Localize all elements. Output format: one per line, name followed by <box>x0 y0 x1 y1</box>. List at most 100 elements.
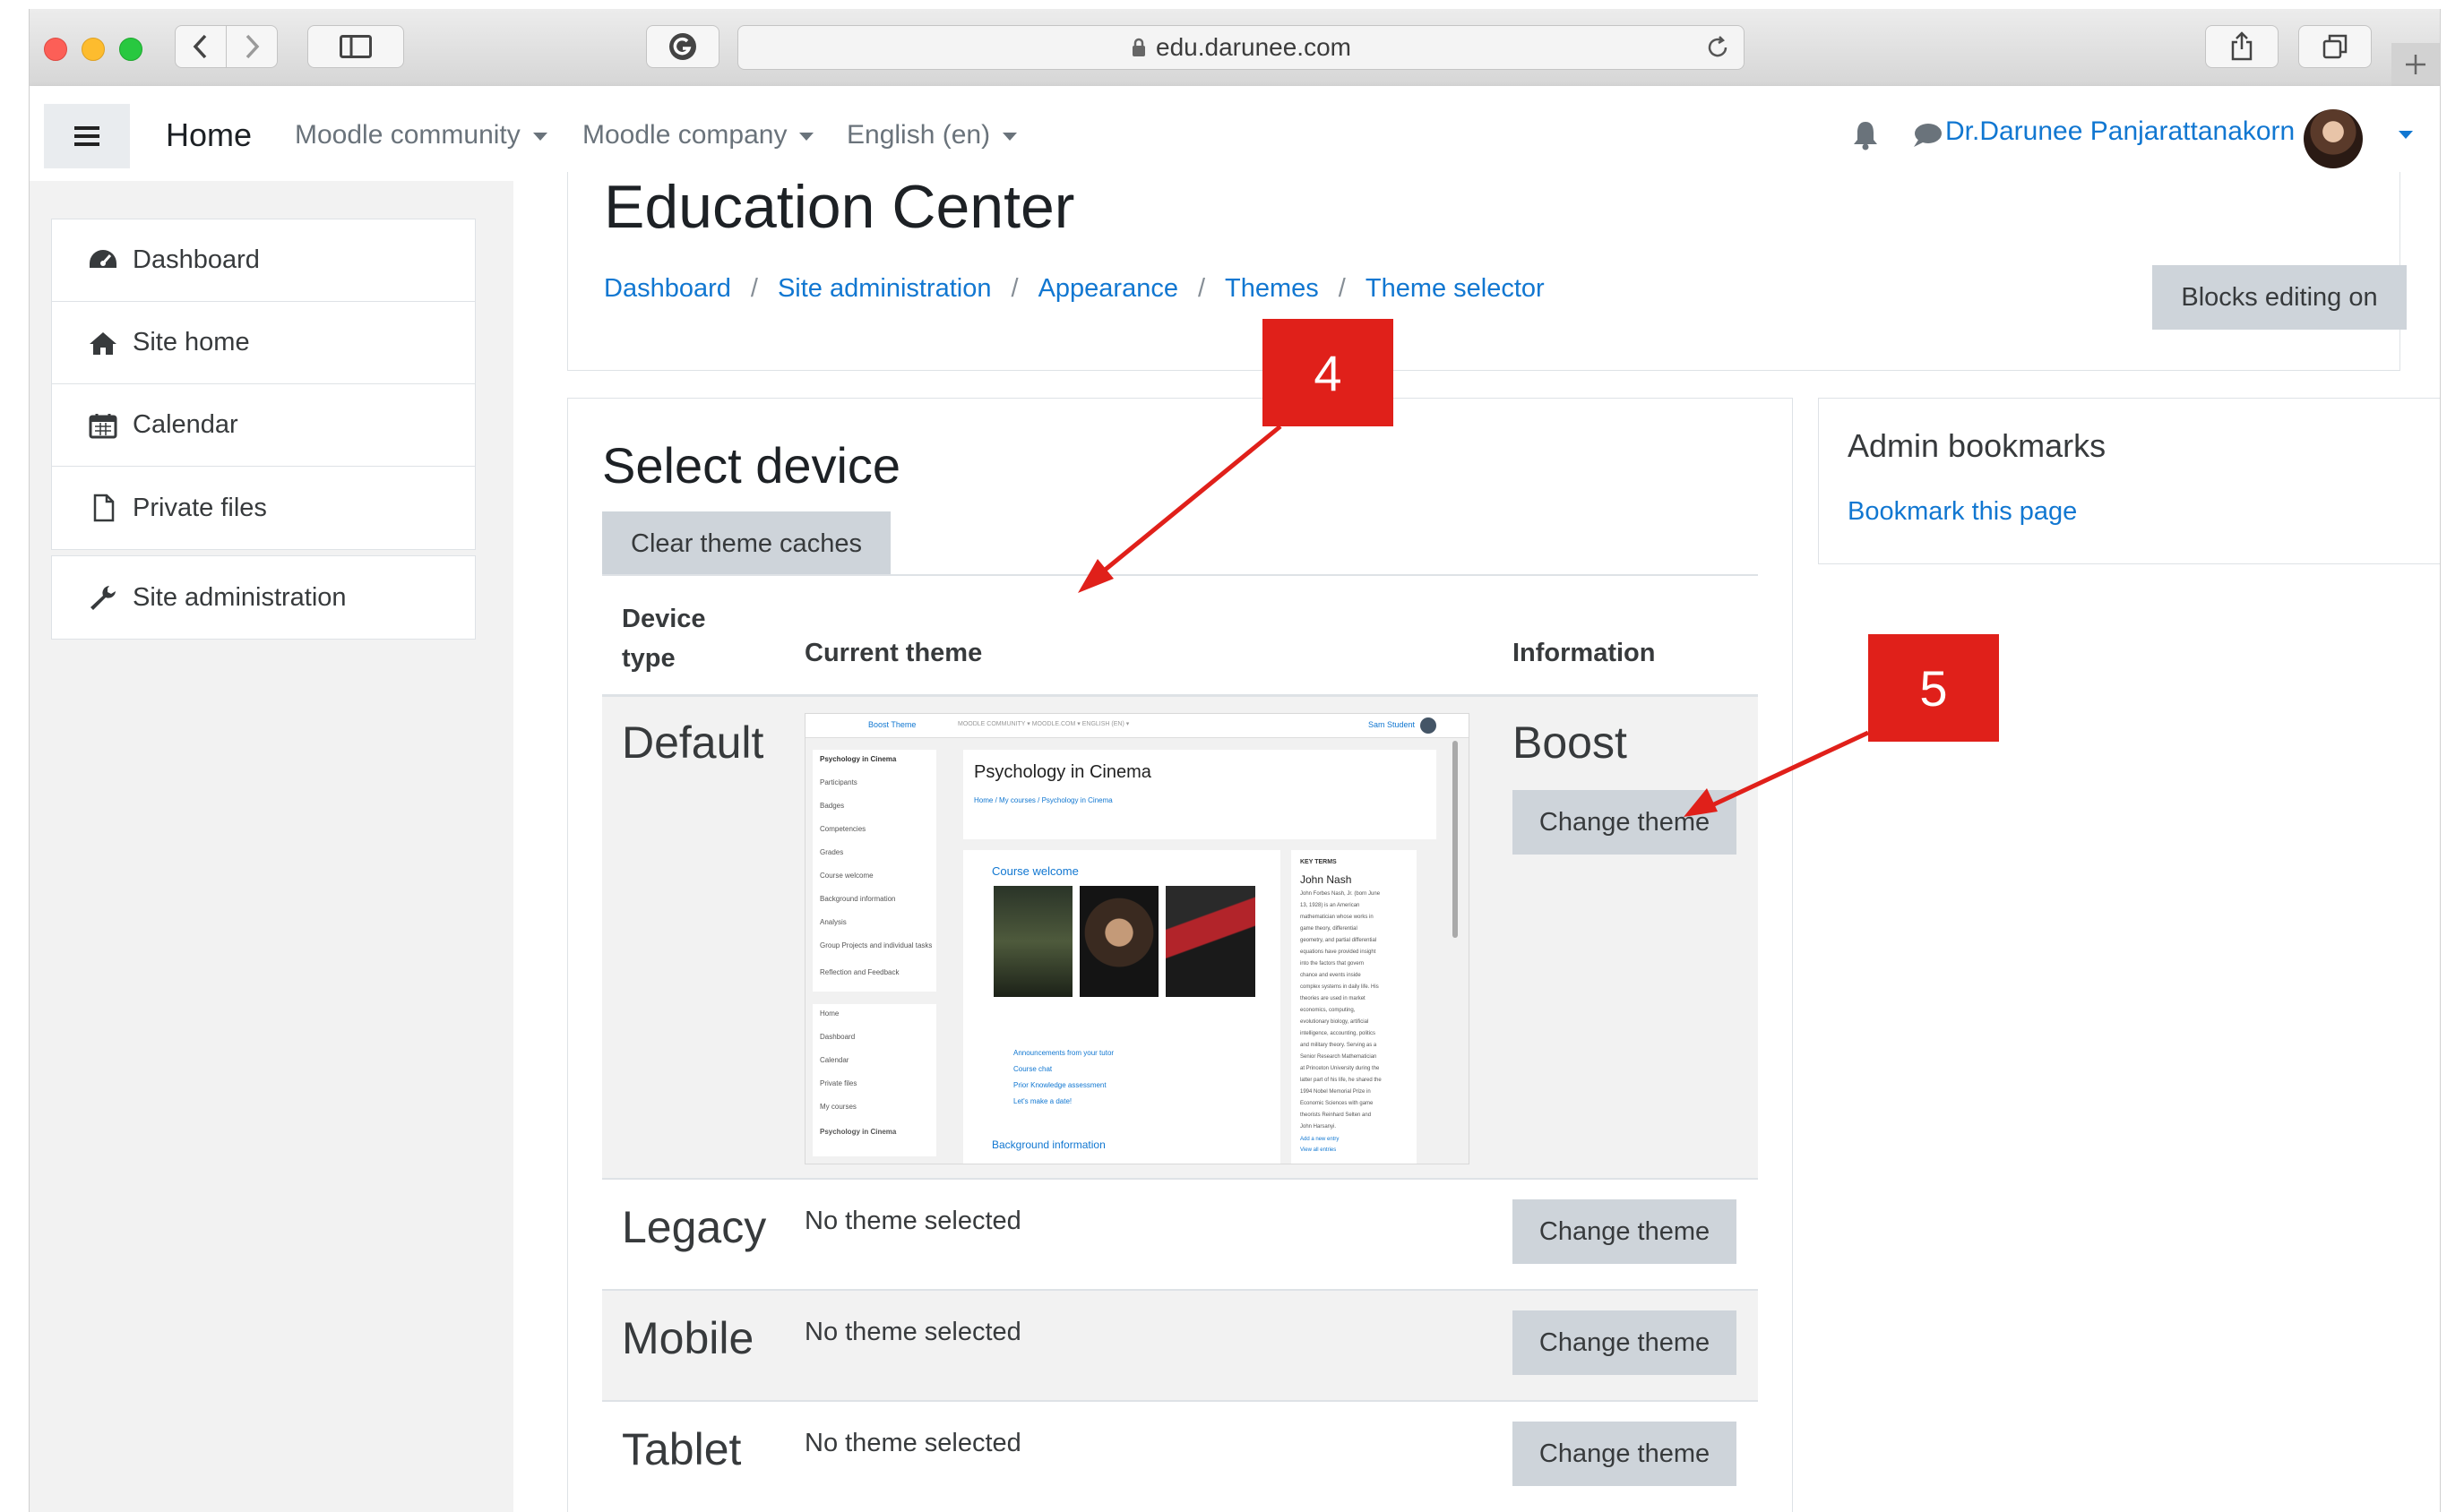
preview-sidebar-2: Home Dashboard Calendar Private files My… <box>813 1004 936 1156</box>
clear-theme-caches-button[interactable]: Clear theme caches <box>602 511 891 576</box>
bookmark-this-page-link[interactable]: Bookmark this page <box>1848 497 2077 527</box>
tabs-overview-button[interactable] <box>2298 25 2372 68</box>
preview-top-links: MOODLE COMMUNITY ▾ MOODLE.COM ▾ ENGLISH … <box>958 721 1130 727</box>
preview-poster-2 <box>1080 886 1159 997</box>
preview-terms-line: geometry, and partial differential <box>1300 938 1377 943</box>
minimize-window-button[interactable] <box>82 38 105 61</box>
bell-icon[interactable] <box>1852 120 1879 150</box>
file-icon <box>93 494 115 522</box>
preview-terms-line: Economic Sciences with game <box>1300 1101 1374 1106</box>
preview-poster-3 <box>1166 886 1255 997</box>
breadcrumb-themes[interactable]: Themes <box>1225 274 1319 303</box>
caret-down-icon <box>1003 132 1018 141</box>
avatar[interactable] <box>2304 109 2363 168</box>
dashboard-icon <box>90 249 116 268</box>
chevron-right-icon <box>246 34 260 59</box>
change-theme-button-default[interactable]: Change theme <box>1512 790 1736 855</box>
preview-poster-1 <box>994 886 1073 997</box>
column-header-device-type: Device type <box>622 599 706 678</box>
callout-4: 4 <box>1262 319 1393 426</box>
table-row-tablet: Tablet No theme selected Change theme <box>602 1400 1758 1512</box>
current-theme: No theme selected <box>805 1207 1021 1235</box>
preview-activity: Announcements from your tutor <box>1013 1049 1115 1057</box>
drawer-item-site-home[interactable]: Site home <box>52 302 475 384</box>
user-name-link[interactable]: Dr.Darunee Panjarattanakorn <box>1945 116 2295 147</box>
drawer-item-calendar[interactable]: Calendar <box>52 384 475 467</box>
preview-terms-line: John Forbes Nash, Jr. (born June <box>1300 891 1381 897</box>
chat-icon[interactable] <box>1911 122 1943 149</box>
preview-terms-block: KEY TERMS John Nash John Forbes Nash, Jr… <box>1291 850 1417 1164</box>
share-button[interactable] <box>2205 25 2279 68</box>
reload-icon[interactable] <box>1704 34 1731 61</box>
drawer-item-site-administration[interactable]: Site administration <box>52 556 475 639</box>
column-header-information: Information <box>1512 639 1656 667</box>
preview-activity: Prior Knowledge assessment <box>1013 1081 1107 1089</box>
moodle-company-menu[interactable]: Moodle company <box>582 120 814 150</box>
preview-terms-line: latter part of his life, he shared the <box>1300 1078 1382 1083</box>
preview-terms-line: theorists Reinhard Selten and <box>1300 1113 1372 1118</box>
zoom-window-button[interactable] <box>119 38 142 61</box>
preview-nav-item: Private files <box>820 1079 857 1087</box>
preview-nav-item: Badges <box>820 802 845 810</box>
preview-terms-line: 1994 Nobel Memorial Prize in <box>1300 1089 1371 1095</box>
menu-label: Moodle community <box>295 120 521 150</box>
new-tab-button[interactable] <box>2391 43 2440 86</box>
device-type: Legacy <box>622 1202 767 1252</box>
preview-terms-line: John Harsanyi. <box>1300 1124 1337 1130</box>
moodle-community-menu[interactable]: Moodle community <box>295 120 547 150</box>
change-theme-button-tablet[interactable]: Change theme <box>1512 1422 1736 1486</box>
wrench-icon <box>90 586 116 610</box>
preview-nav-item: Analysis <box>820 918 847 926</box>
address-bar[interactable]: edu.darunee.com <box>737 25 1745 70</box>
drawer-item-private-files[interactable]: Private files <box>52 467 475 549</box>
preview-nav-item: Grades <box>820 848 844 856</box>
user-menu-caret-icon[interactable] <box>2399 131 2413 139</box>
breadcrumb-site-administration[interactable]: Site administration <box>778 274 992 303</box>
drawer-toggle-button[interactable] <box>44 104 130 168</box>
preview-nav-item: Home <box>820 1009 840 1018</box>
preview-terms-line: economics, computing, <box>1300 1008 1356 1013</box>
drawer-admin-list: Site administration <box>51 555 476 640</box>
device-type: Mobile <box>622 1313 754 1363</box>
preview-scrollbar <box>1452 741 1458 938</box>
preview-terms-line: 13, 1928) is an American <box>1300 903 1360 908</box>
language-menu[interactable]: English (en) <box>847 120 1018 150</box>
table-row-mobile: Mobile No theme selected Change theme <box>602 1289 1758 1400</box>
preview-sidebar: Psychology in Cinema Participants Badges… <box>813 750 936 992</box>
preview-terms-line: and military theory. Serving as a <box>1300 1043 1377 1048</box>
preview-avatar <box>1420 717 1436 734</box>
preview-terms-line: game theory, differential <box>1300 926 1357 932</box>
breadcrumb-appearance[interactable]: Appearance <box>1038 274 1178 303</box>
section-heading: Select device <box>602 437 901 494</box>
current-theme: No theme selected <box>805 1429 1021 1457</box>
preview-user: Sam Student <box>1368 720 1416 729</box>
device-type: Tablet <box>622 1424 742 1474</box>
back-button[interactable] <box>175 25 227 68</box>
header-line: type <box>622 644 676 673</box>
preview-nav-item: Psychology in Cinema <box>820 755 897 763</box>
menu-label: Moodle company <box>582 120 788 150</box>
breadcrumb-dashboard[interactable]: Dashboard <box>604 274 731 303</box>
change-theme-button-mobile[interactable]: Change theme <box>1512 1310 1736 1375</box>
close-window-button[interactable] <box>44 38 67 61</box>
preview-terms-line: Senior Research Mathematician <box>1300 1054 1377 1060</box>
menu-label: English (en) <box>847 120 991 150</box>
extension-button[interactable] <box>646 25 719 68</box>
forward-button[interactable] <box>226 25 278 68</box>
nav-drawer: Dashboard Site home Calendar Private fil… <box>30 181 513 1512</box>
breadcrumb-theme-selector[interactable]: Theme selector <box>1366 274 1545 303</box>
change-theme-button-legacy[interactable]: Change theme <box>1512 1199 1736 1264</box>
drawer-item-dashboard[interactable]: Dashboard <box>52 219 475 302</box>
sidebar-icon <box>340 35 372 58</box>
page-body: Dashboard Site home Calendar Private fil… <box>30 172 2440 1512</box>
admin-bookmarks-block: Admin bookmarks Bookmark this page <box>1818 398 2440 564</box>
preview-header: Psychology in Cinema Home / My courses /… <box>963 750 1436 839</box>
blocks-editing-button[interactable]: Blocks editing on <box>2152 265 2407 330</box>
home-link[interactable]: Home <box>166 116 252 154</box>
breadcrumb: Dashboard / Site administration / Appearance… <box>604 274 1545 303</box>
page-title: Education Center <box>604 173 1075 241</box>
sidebar-toggle-button[interactable] <box>307 25 404 68</box>
preview-nav-item: Group Projects and individual tasks <box>820 941 933 949</box>
drawer-item-label: Site home <box>133 328 250 357</box>
table-row-legacy: Legacy No theme selected Change theme <box>602 1178 1758 1289</box>
